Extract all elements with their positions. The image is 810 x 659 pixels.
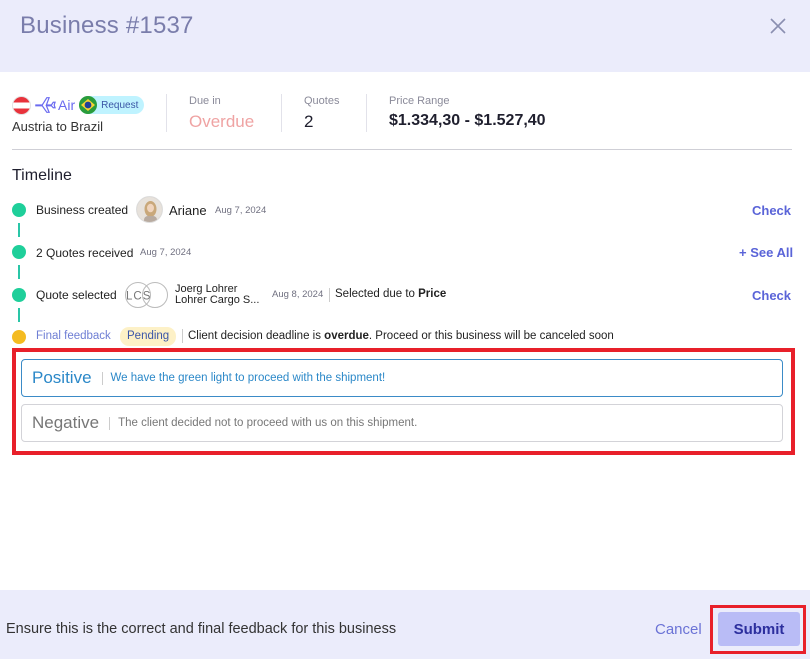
deadline-prefix: Client decision deadline is: [188, 330, 325, 342]
submit-button[interactable]: Submit: [718, 612, 800, 646]
deadline-suffix: . Proceed or this business will be cance…: [368, 330, 614, 342]
footer-note: Ensure this is the correct and final fee…: [6, 621, 397, 637]
avatar: [136, 196, 163, 223]
status-badge: Pending: [120, 327, 177, 346]
timeline-dot-selected: [12, 288, 26, 302]
event-selected-label: Quote selected: [36, 288, 117, 302]
event-final-label: Final feedback: [36, 330, 111, 342]
option-negative-label: Negative: [32, 413, 100, 432]
option-negative-desc: The client decided not to proceed with u…: [118, 417, 418, 429]
pipe-divider: [182, 329, 183, 343]
brazil-flag-icon: [79, 96, 98, 114]
event-created-date: Aug 7, 2024: [215, 205, 267, 216]
quotes-value: 2: [304, 112, 314, 131]
quotes-label: Quotes: [304, 95, 340, 107]
option-positive[interactable]: Positive We have the green light to proc…: [21, 359, 783, 397]
option-positive-desc: We have the green light to proceed with …: [110, 372, 386, 384]
modal-title: Business #1537: [20, 12, 194, 39]
due-label: Due in: [189, 95, 221, 107]
timeline-connector: [18, 223, 20, 237]
see-all-quotes-link[interactable]: + See All: [739, 245, 793, 260]
plane-icon: [35, 97, 56, 113]
close-icon: [770, 18, 786, 34]
event-selected-date: Aug 8, 2024: [272, 289, 324, 300]
option-separator: [101, 371, 103, 385]
company-name: Lohrer Cargo S...: [175, 294, 260, 306]
timeline-title: Timeline: [12, 167, 72, 184]
deadline-emphasis: overdue: [324, 330, 369, 342]
event-quotes-label: 2 Quotes received: [36, 246, 134, 260]
created-by-user: Ariane: [169, 203, 207, 218]
company-logo: LCS: [125, 282, 168, 308]
request-badge: Request: [79, 96, 145, 114]
option-separator: [109, 416, 111, 430]
section-divider: [12, 149, 792, 150]
event-created-label: Business created: [36, 203, 129, 217]
company-logo-text: LCS: [126, 291, 151, 303]
timeline-connector: [18, 308, 20, 322]
route-summary: Air Request Austria to Brazil: [12, 95, 162, 134]
request-label: Request: [101, 99, 139, 111]
selection-reason: Selected due to Price: [335, 288, 446, 300]
divider: [366, 94, 367, 132]
reason-prefix: Selected due to: [335, 288, 419, 300]
timeline-connector: [18, 265, 20, 279]
timeline-dot-final: [12, 330, 26, 344]
transport-mode: Air: [58, 97, 76, 113]
option-positive-label: Positive: [32, 368, 92, 387]
divider: [281, 94, 282, 132]
cancel-button[interactable]: Cancel: [655, 621, 702, 638]
check-selected-link[interactable]: Check: [752, 288, 791, 303]
price-label: Price Range: [389, 95, 450, 107]
deadline-message: Client decision deadline is overdue. Pro…: [188, 330, 614, 342]
timeline-dot-created: [12, 203, 26, 217]
close-button[interactable]: [766, 14, 790, 38]
price-value: $1.334,30 - $1.527,40: [389, 112, 546, 129]
selected-company: Joerg Lohrer Lohrer Cargo S...: [175, 284, 259, 306]
route-text: Austria to Brazil: [12, 119, 104, 134]
pipe-divider: [329, 288, 330, 302]
check-created-link[interactable]: Check: [752, 203, 791, 218]
event-quotes-date: Aug 7, 2024: [140, 247, 192, 258]
option-negative[interactable]: Negative The client decided not to proce…: [21, 404, 783, 442]
divider: [166, 94, 167, 132]
timeline-dot-quotes: [12, 245, 26, 259]
due-value: Overdue: [189, 112, 255, 131]
reason-value: Price: [418, 288, 447, 300]
austria-flag-icon: [12, 95, 31, 115]
